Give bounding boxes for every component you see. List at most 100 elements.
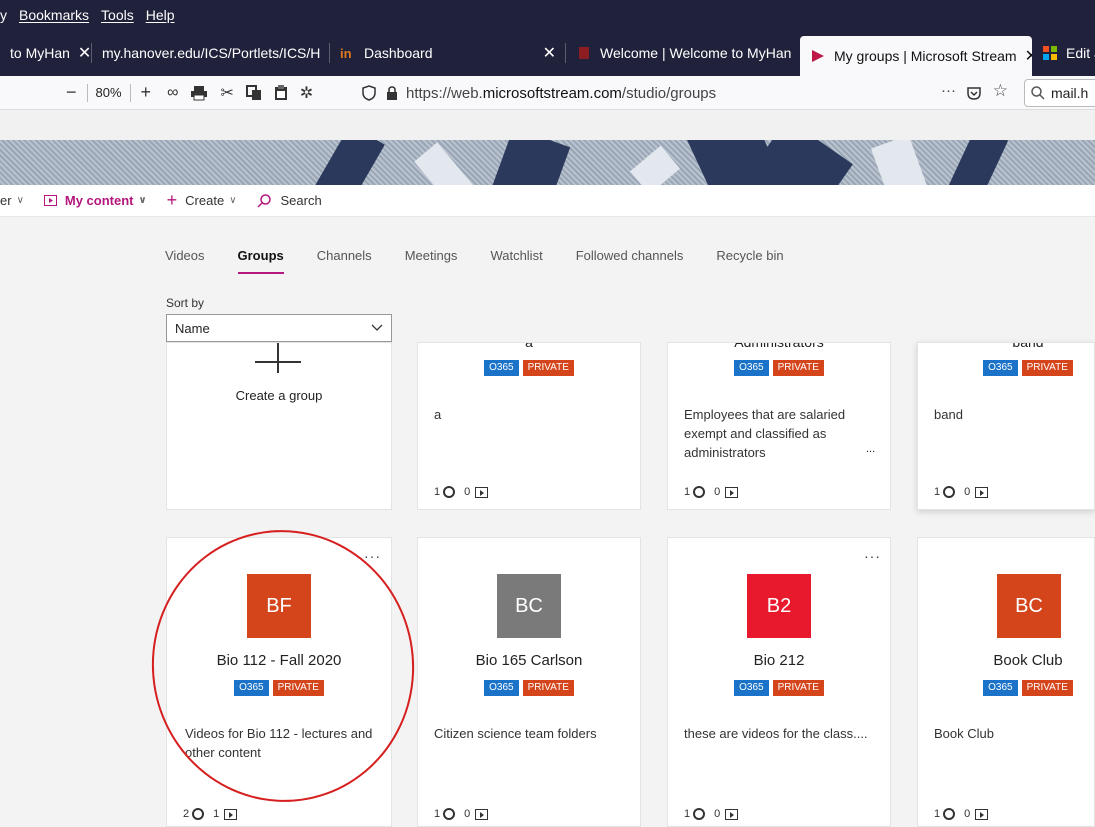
group-name[interactable]: Book Club — [918, 652, 1094, 669]
tab-videos[interactable]: Videos — [165, 248, 205, 280]
members-icon — [192, 808, 205, 820]
zoom-out-icon[interactable]: − — [66, 82, 77, 103]
private-badge: PRIVATE — [1021, 360, 1073, 376]
copy-icon[interactable] — [245, 84, 262, 101]
search-box[interactable]: mail.h — [1024, 79, 1095, 107]
menu-item-tools[interactable]: Tools — [101, 7, 134, 23]
group-name[interactable]: Bio 212 — [668, 652, 890, 669]
sort-label: Sort by — [166, 296, 205, 310]
close-icon[interactable]: ✕ — [535, 43, 556, 63]
more-options-icon[interactable]: ··· — [864, 548, 881, 564]
video-icon — [975, 808, 989, 820]
members-icon — [943, 486, 956, 498]
cut-icon[interactable]: ✂ — [220, 83, 233, 103]
search-icon — [1031, 86, 1045, 100]
group-name: band — [1012, 342, 1044, 350]
o365-badge: O365 — [734, 680, 769, 696]
member-count: 1 — [434, 808, 441, 820]
group-card-bio-212[interactable]: ··· B2 Bio 212 O365 PRIVATE these are vi… — [667, 537, 891, 827]
group-name: Administrators — [734, 342, 824, 350]
private-badge: PRIVATE — [522, 360, 574, 376]
nav-search[interactable]: Search — [256, 193, 322, 208]
sort-dropdown[interactable]: Name — [166, 314, 392, 342]
group-card-bio-112[interactable]: ··· BF Bio 112 - Fall 2020 O365 PRIVATE … — [166, 537, 392, 827]
browser-tab-edit[interactable]: Edit a — [1032, 30, 1095, 76]
group-stats: 1 0 — [434, 486, 489, 498]
group-card-band[interactable]: band O365 PRIVATE band 1 0 — [917, 342, 1095, 510]
video-icon — [475, 486, 489, 498]
url-bar[interactable]: https://web. microsoftstream.com/studio/g… — [362, 79, 1018, 107]
group-description: Book Club — [934, 726, 994, 741]
members-icon — [693, 486, 706, 498]
group-stats: 1 0 — [684, 808, 739, 820]
group-card-book-club[interactable]: BC Book Club O365 PRIVATE Book Club 1 0 — [917, 537, 1095, 827]
browser-tab-stream[interactable]: My groups | Microsoft Stream ✕ — [800, 36, 1032, 76]
paste-icon[interactable] — [274, 84, 288, 101]
nav-create[interactable]: + Create ∨ — [167, 190, 237, 211]
group-name[interactable]: Bio 112 - Fall 2020 — [167, 652, 391, 669]
tab-title: My groups | Microsoft Stream — [834, 48, 1017, 64]
group-avatar: BC — [497, 574, 561, 638]
nav-search-label: Search — [280, 193, 322, 208]
video-icon — [224, 808, 238, 820]
nav-my-content[interactable]: My content ∨ — [43, 193, 147, 208]
group-card-administrators[interactable]: Administrators O365 PRIVATE Employees th… — [667, 342, 891, 510]
tab-groups[interactable]: Groups — [237, 248, 284, 280]
member-count: 1 — [934, 486, 941, 498]
group-stats: 1 0 — [934, 808, 989, 820]
tab-meetings[interactable]: Meetings — [405, 248, 458, 280]
group-description: these are videos for the class.... — [684, 726, 868, 741]
canvas-logo-icon: in — [340, 46, 352, 61]
browser-tab-myhanover[interactable]: to MyHan ✕ — [0, 30, 92, 76]
nav-discover-label: er — [0, 193, 12, 208]
tab-watchlist[interactable]: Watchlist — [490, 248, 542, 280]
stream-logo-icon — [812, 50, 824, 62]
url-domain: microsoftstream.com — [482, 84, 622, 102]
group-name[interactable]: Bio 165 Carlson — [418, 652, 640, 669]
create-group-card[interactable]: Create a group — [166, 342, 392, 510]
gear-icon[interactable]: ✲ — [300, 83, 313, 103]
shield-icon[interactable] — [362, 85, 376, 101]
tab-followed-channels[interactable]: Followed channels — [576, 248, 684, 280]
close-icon[interactable]: ✕ — [70, 43, 91, 63]
chevron-down-icon: ∨ — [16, 195, 24, 206]
video-count: 0 — [464, 808, 471, 820]
video-count: 1 — [213, 808, 220, 820]
url-path: /studio/groups — [621, 84, 717, 102]
nav-create-label: Create — [185, 193, 225, 208]
browser-tab-portlets[interactable]: my.hanover.edu/ICS/Portlets/ICS/H ✕ — [92, 30, 330, 76]
o365-badge: O365 — [234, 680, 269, 696]
members-icon — [443, 486, 456, 498]
browser-tab-dashboard[interactable]: in Dashboard ✕ — [330, 30, 566, 76]
bookmark-star-icon[interactable]: ☆ — [993, 81, 1008, 101]
private-badge: PRIVATE — [772, 680, 824, 696]
pocket-icon[interactable] — [966, 85, 982, 101]
close-icon[interactable]: ✕ — [791, 43, 800, 63]
members-icon — [443, 808, 456, 820]
browser-tab-welcome[interactable]: Welcome | Welcome to MyHan ✕ — [566, 30, 800, 76]
menu-item-fragment[interactable]: y — [0, 7, 7, 23]
private-badge: PRIVATE — [772, 360, 824, 376]
o365-badge: O365 — [484, 360, 519, 376]
infinity-icon[interactable]: ∞ — [167, 84, 178, 102]
nav-discover[interactable]: er ∨ — [0, 193, 24, 208]
search-query: mail.h — [1051, 85, 1089, 101]
tab-recycle-bin[interactable]: Recycle bin — [716, 248, 783, 280]
more-actions-icon[interactable]: ··· — [941, 82, 956, 99]
private-badge: PRIVATE — [272, 680, 324, 696]
group-card-bio-165[interactable]: BC Bio 165 Carlson O365 PRIVATE Citizen … — [417, 537, 641, 827]
group-card-a[interactable]: a O365 PRIVATE a 1 0 — [417, 342, 641, 510]
close-icon[interactable]: ✕ — [1017, 46, 1032, 66]
tab-channels[interactable]: Channels — [317, 248, 372, 280]
search-icon — [256, 193, 271, 208]
group-avatar: B2 — [747, 574, 811, 638]
group-description: Citizen science team folders — [434, 726, 597, 741]
menu-item-help[interactable]: Help — [146, 7, 175, 23]
zoom-in-icon[interactable]: + — [141, 82, 152, 103]
zoom-level[interactable]: 80% — [96, 85, 122, 100]
browser-toolbar: − 80% + ∞ ✂ ✲ https://web. microsoftstrea… — [0, 76, 1095, 110]
menu-item-bookmarks[interactable]: Bookmarks — [19, 7, 89, 23]
lock-icon[interactable] — [386, 86, 398, 100]
more-options-icon[interactable]: ··· — [364, 548, 381, 564]
print-icon[interactable] — [190, 85, 208, 101]
